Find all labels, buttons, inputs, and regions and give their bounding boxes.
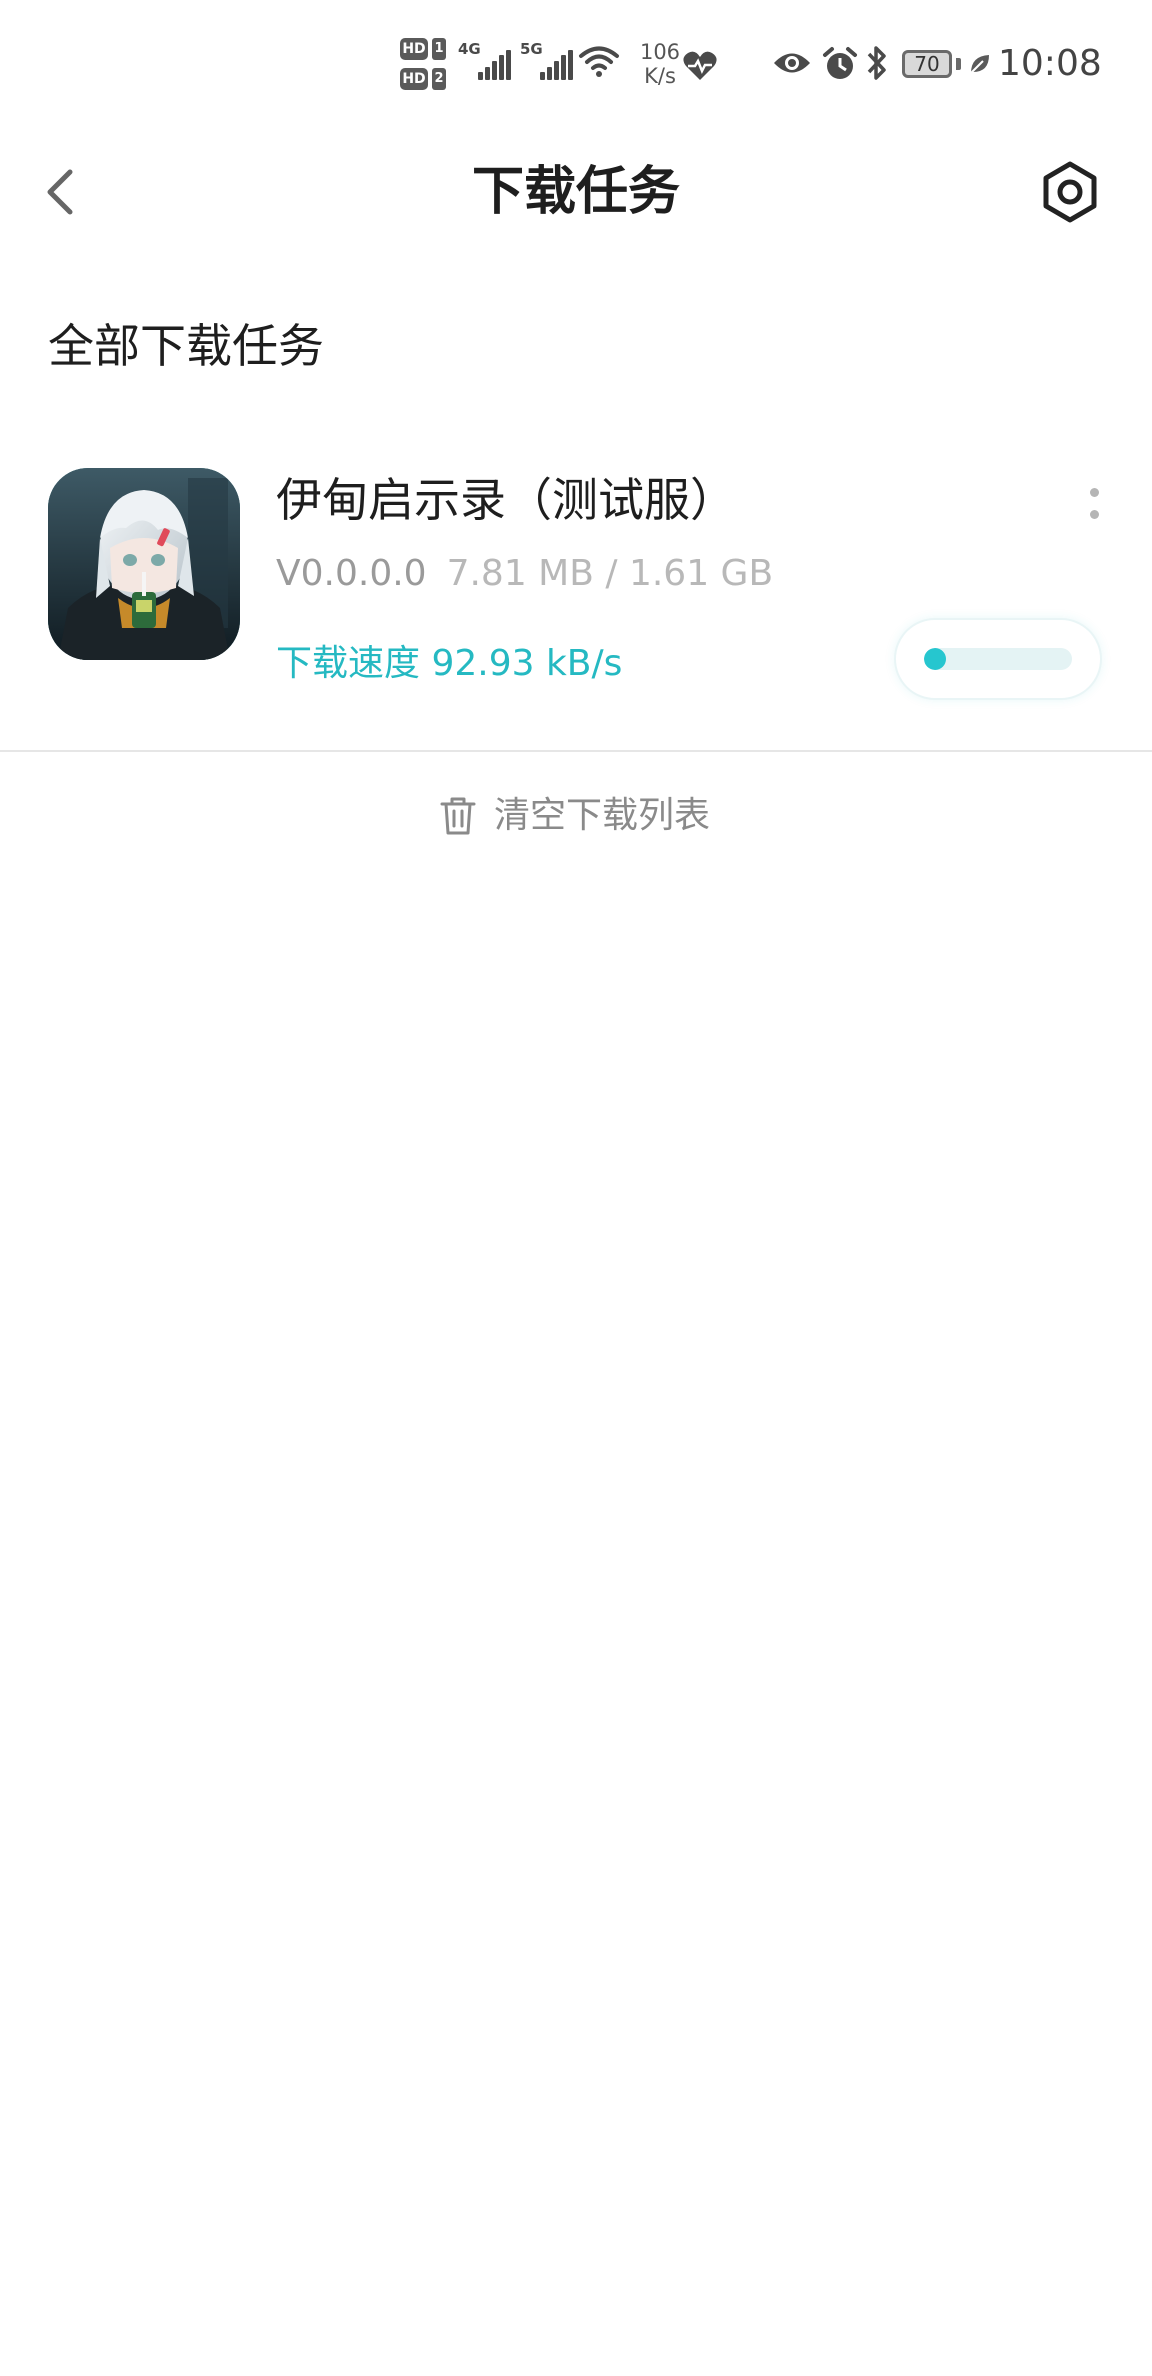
battery-tip	[956, 58, 961, 70]
hd-icon: HD 1	[400, 38, 446, 60]
battery-icon: 70	[902, 50, 952, 78]
page-title: 下载任务	[471, 162, 680, 222]
clear-download-list-button[interactable]: 清空下载列表	[0, 788, 1152, 860]
dot-icon	[1090, 510, 1099, 519]
alarm-icon	[823, 47, 857, 79]
eye-icon	[774, 53, 810, 73]
hex-settings-icon	[1043, 161, 1097, 223]
app-header: 下载任务	[0, 136, 1152, 248]
network-speed: 106 K/s	[639, 40, 681, 88]
app-version: V0.0.0.0	[276, 553, 427, 594]
download-progress-button[interactable]	[894, 618, 1102, 700]
hd-icon: HD 2	[400, 68, 446, 90]
progress-track	[924, 648, 1072, 670]
more-options-button[interactable]	[1078, 486, 1112, 536]
dot-icon	[1090, 488, 1099, 497]
sim-indicators: HD 1 HD 2	[400, 38, 446, 98]
leaf-icon	[970, 55, 989, 74]
app-name: 伊甸启示录（测试服）	[276, 473, 736, 527]
bluetooth-icon	[867, 46, 886, 80]
app-meta: V0.0.0.0 7.81 MB / 1.61 GB	[276, 550, 773, 598]
progress-fill	[924, 648, 946, 670]
settings-button[interactable]	[1036, 158, 1104, 226]
clock: 10:08	[998, 43, 1102, 84]
app-icon	[48, 468, 240, 660]
section-title: 全部下载任务	[48, 319, 324, 373]
clear-download-list-label: 清空下载列表	[493, 795, 710, 836]
download-speed: 下载速度 92.93 kB/s	[276, 643, 623, 684]
trash-icon	[440, 797, 476, 835]
heart-icon	[683, 51, 717, 80]
game-character-icon	[48, 468, 240, 660]
divider	[0, 750, 1152, 752]
status-bar: HD 1 HD 2 4G 5G 106 K/s 70 10:08	[0, 0, 1152, 136]
download-size: 7.81 MB / 1.61 GB	[446, 553, 774, 594]
download-task-item[interactable]: 伊甸启示录（测试服） V0.0.0.0 7.81 MB / 1.61 GB 下载速…	[0, 452, 1152, 752]
wifi-icon	[579, 46, 619, 77]
